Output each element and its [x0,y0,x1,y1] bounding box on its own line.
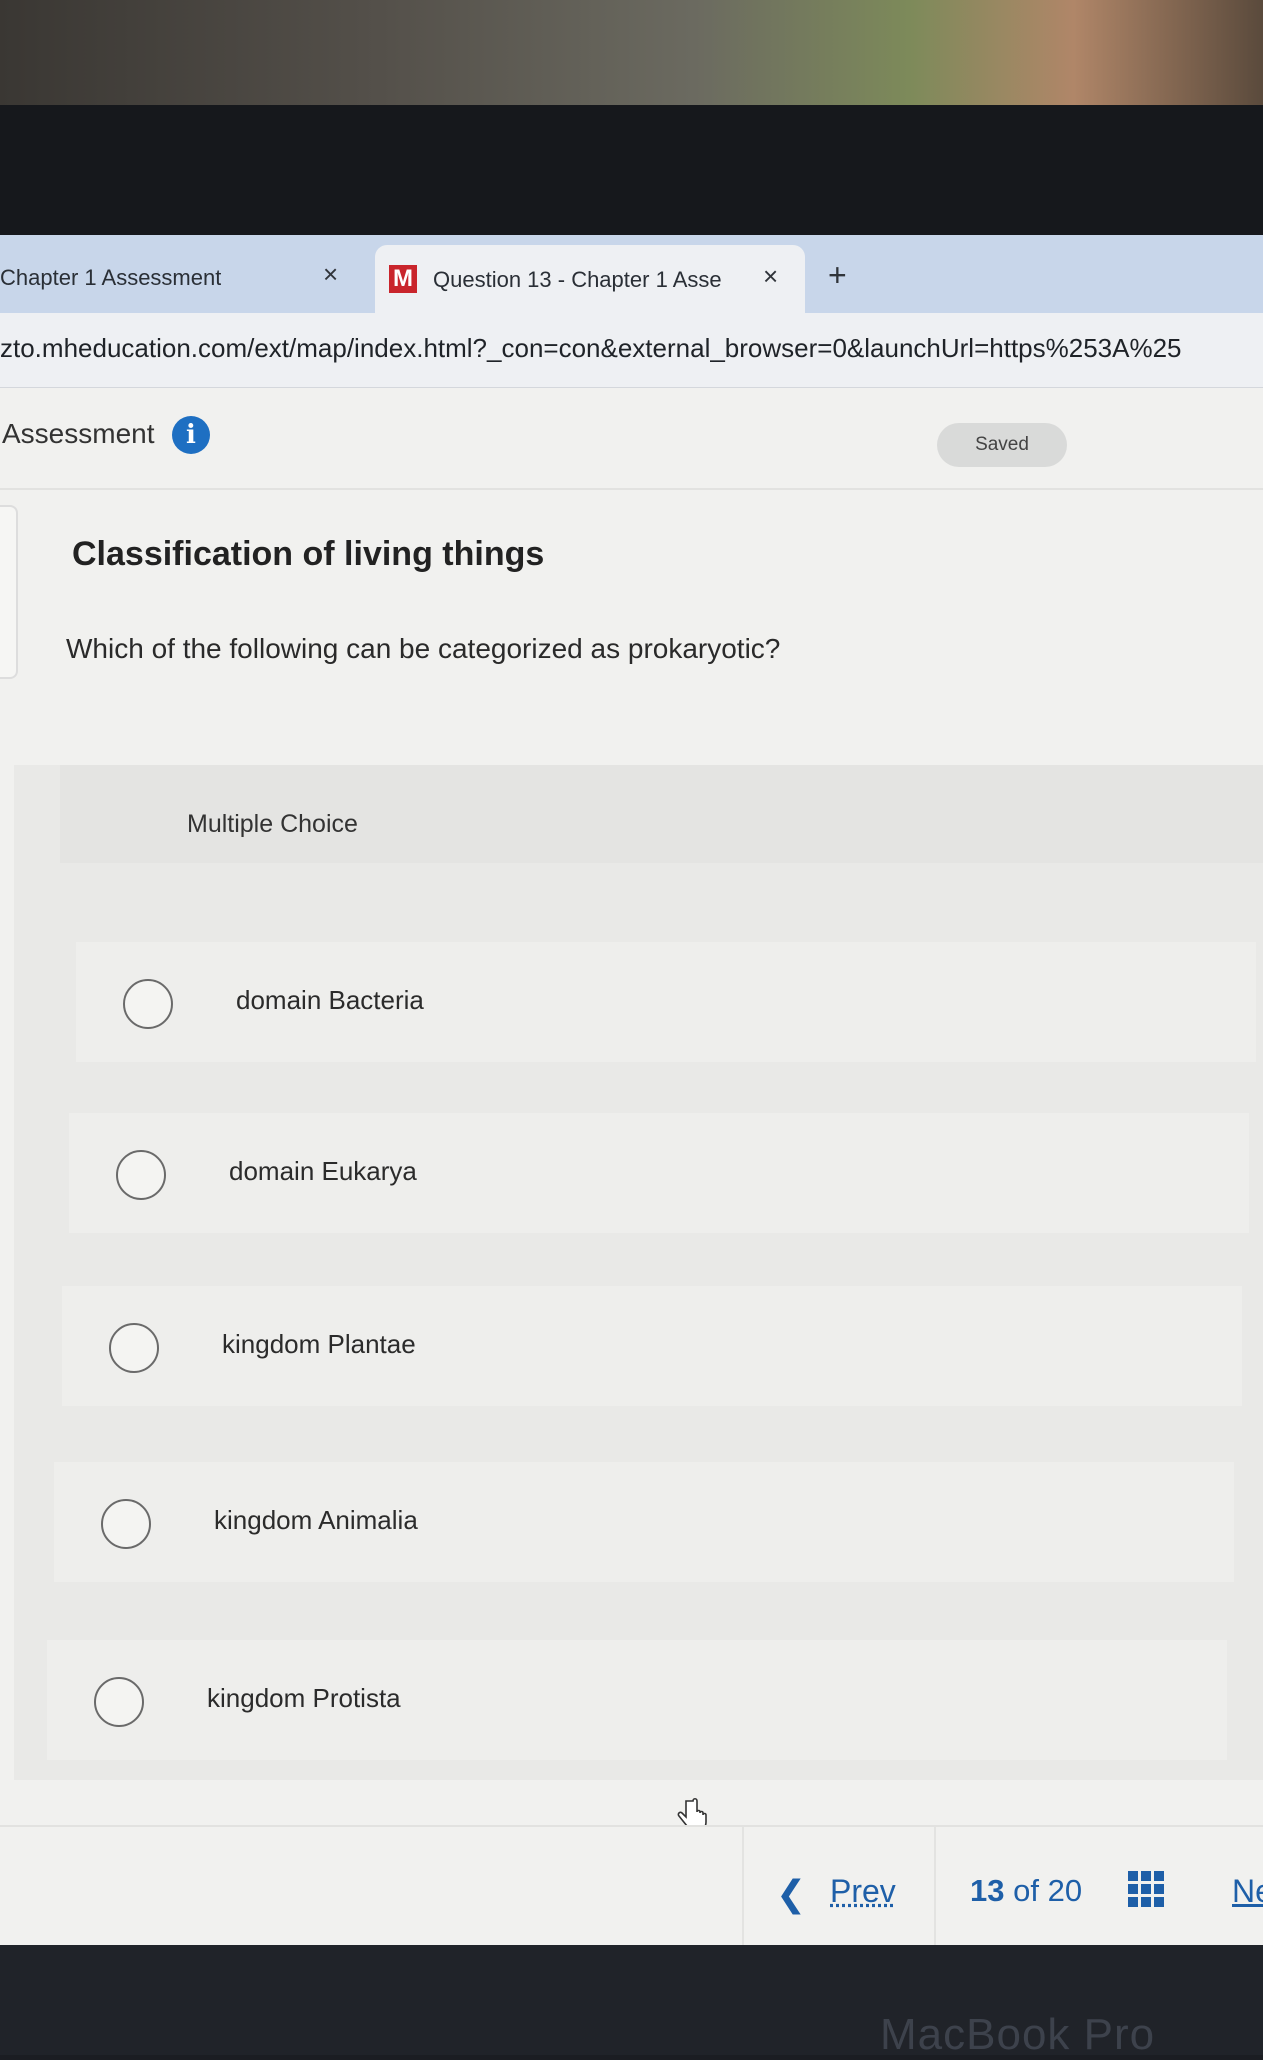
tab-strip: Chapter 1 Assessment × M Question 13 - C… [0,235,1263,313]
choice-label: domain Bacteria [236,985,424,1015]
choice-kingdom-animalia[interactable]: kingdom Animalia [54,1462,1234,1582]
radio-button[interactable] [116,1150,166,1200]
chevron-left-icon: ❮ [776,1873,807,1914]
choice-domain-eukarya[interactable]: domain Eukarya [69,1113,1249,1233]
footer-navigation: ❮ Prev 13 of 20 Next [0,1825,1263,1947]
radio-button[interactable] [123,979,173,1029]
tab-chapter-assessment[interactable]: Chapter 1 Assessment × [0,245,370,313]
page-title: Assessment [2,418,155,449]
choice-label: kingdom Animalia [214,1505,418,1535]
browser-window: Chapter 1 Assessment × M Question 13 - C… [0,235,1263,1947]
info-icon[interactable]: i [172,416,210,454]
side-panel-edge [0,505,18,679]
choice-label: domain Eukarya [229,1156,417,1186]
question-heading: Classification of living things [72,535,545,573]
app-header: Assessment i Saved [0,388,1263,490]
choice-domain-bacteria[interactable]: domain Bacteria [76,942,1256,1062]
question-text: Which of the following can be categorize… [66,633,781,664]
multiple-choice-panel: Multiple Choice domain Bacteria domain E… [14,765,1263,1780]
total-pages: 20 [1047,1873,1083,1908]
choice-label: kingdom Plantae [222,1329,416,1359]
question-type-label: Multiple Choice [187,810,358,838]
tab-question-13[interactable]: M Question 13 - Chapter 1 Asse × [375,245,805,313]
multiple-choice-header: Multiple Choice [60,765,1263,863]
next-button[interactable]: Next [1232,1873,1263,1910]
tab-label: Question 13 - Chapter 1 Asse [433,267,722,292]
new-tab-icon[interactable]: + [828,257,847,294]
close-icon[interactable]: × [763,261,778,292]
photo-background [0,0,1263,115]
radio-button[interactable] [94,1677,144,1727]
choice-label: kingdom Protista [207,1683,401,1713]
url-text[interactable]: zto.mheducation.com/ext/map/index.html?_… [0,333,1182,364]
address-bar[interactable]: zto.mheducation.com/ext/map/index.html?_… [0,313,1263,388]
choice-kingdom-plantae[interactable]: kingdom Plantae [62,1286,1242,1406]
close-icon[interactable]: × [323,259,338,290]
device-label: MacBook Pro [880,2010,1156,2059]
tab-label: Chapter 1 Assessment [0,265,222,290]
question-grid-icon[interactable] [1128,1871,1164,1907]
radio-button[interactable] [109,1323,159,1373]
laptop-bezel-top [0,105,1263,235]
page-counter: 13 of 20 [970,1873,1082,1909]
choice-kingdom-protista[interactable]: kingdom Protista [47,1640,1227,1760]
current-page: 13 [970,1873,1005,1908]
mheducation-logo-icon: M [389,265,417,293]
prev-label: Prev [830,1873,896,1909]
of-label: of [1013,1873,1039,1908]
radio-button[interactable] [101,1499,151,1549]
prev-button[interactable]: ❮ Prev [742,1827,936,1945]
status-badge: Saved [937,423,1067,467]
